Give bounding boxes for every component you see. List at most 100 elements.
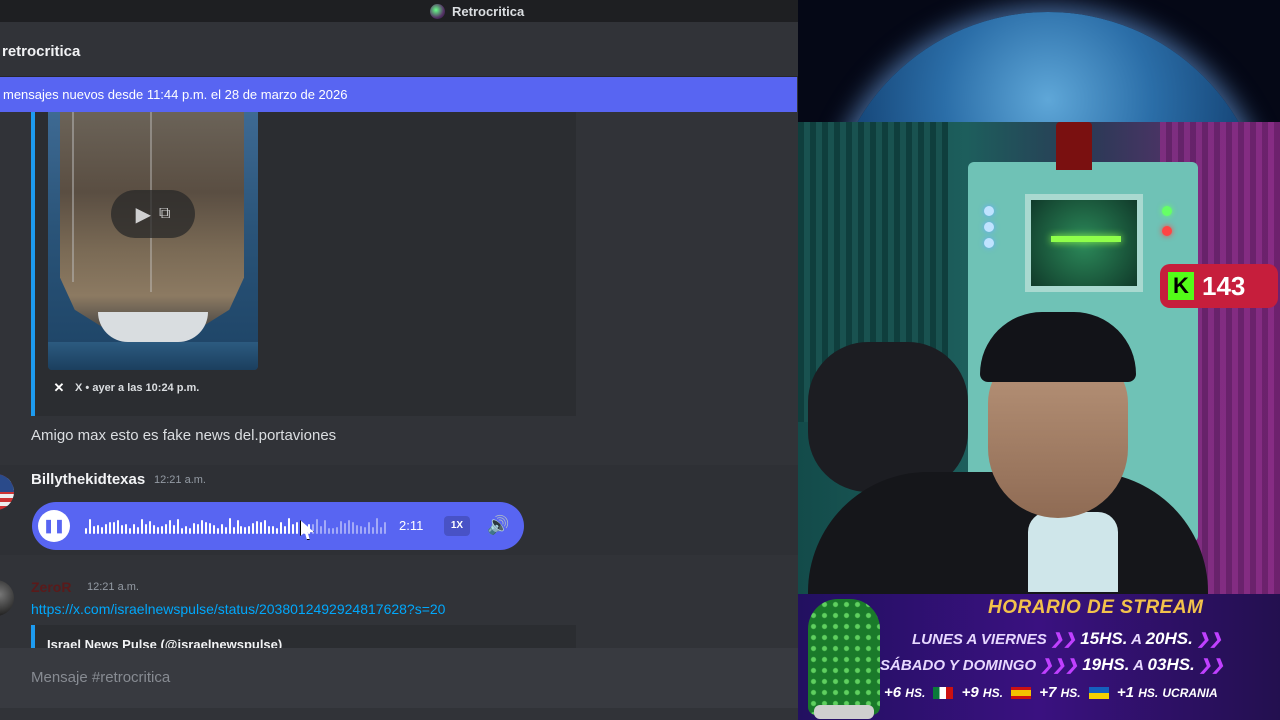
waveform-bar — [193, 523, 195, 534]
waveform-bar — [288, 518, 290, 534]
avatar[interactable] — [0, 580, 14, 616]
waveform-bar — [105, 524, 107, 534]
waveform-bar — [292, 524, 294, 534]
waveform-bar — [157, 527, 159, 534]
playback-speed-button[interactable]: 1X — [444, 516, 470, 536]
pause-button[interactable]: ❚❚ — [38, 510, 70, 542]
play-icon: ▶ — [135, 203, 151, 226]
waveform-bar — [97, 525, 99, 534]
waveform-bar — [201, 520, 203, 534]
waveform-bar — [161, 526, 163, 534]
waveform-bar — [121, 525, 123, 534]
streamer — [808, 312, 1208, 612]
spain-flag-icon — [1011, 687, 1032, 700]
waveform-bar — [237, 520, 239, 534]
channel-name: retrocritica — [2, 43, 81, 60]
waveform-bar — [324, 520, 326, 534]
kick-count: 143 — [1202, 270, 1246, 301]
kick-follower-badge: K 143 — [1160, 264, 1278, 308]
new-messages-bar[interactable]: mensajes nuevos desde 11:44 p.m. el 28 d… — [0, 77, 797, 112]
waveform-bar — [348, 520, 350, 534]
waveform-bar — [213, 525, 215, 534]
waveform-bar — [229, 518, 231, 534]
schedule-title: HORARIO DE STREAM — [988, 597, 1204, 618]
volume-icon[interactable]: 🔊 — [487, 515, 509, 536]
mexico-flag-icon — [933, 687, 954, 700]
streamer-arm — [808, 342, 968, 492]
window-title-text: Retrocritica — [452, 3, 525, 19]
message-author[interactable]: ZeroR — [31, 579, 71, 595]
waveform-bar — [332, 528, 334, 534]
waveform-bar — [113, 522, 115, 534]
video-play-button[interactable]: ▶ ⧉ — [111, 190, 195, 238]
radar-screen — [1025, 194, 1143, 292]
waveform-bar — [153, 525, 155, 534]
title-bar: Retrocritica — [0, 0, 798, 22]
waveform-bar — [272, 526, 274, 534]
waveform-bar — [177, 519, 179, 534]
new-messages-text: mensajes nuevos desde 11:44 p.m. el 28 d… — [3, 87, 348, 102]
waveform-bar — [209, 523, 211, 534]
webcam-feed: K 143 — [798, 122, 1280, 612]
schedule-row-weekend: SÁBADO Y DOMINGO ❯❯❯ 19HS. A 03HS. ❯❯ — [880, 655, 1225, 674]
waveform-bar — [352, 522, 354, 534]
waveform-bar — [256, 521, 258, 534]
waveform-bar — [149, 521, 151, 534]
waveform-bar — [89, 519, 91, 534]
audio-waveform-seekbar[interactable] — [85, 516, 388, 536]
voice-message-player: ❚❚ 2:11 1X 🔊 — [32, 502, 524, 550]
waveform-bar — [221, 524, 223, 534]
discord-window: Retrocritica retrocritica mensajes nuevo… — [0, 0, 798, 720]
embed-separator: • — [85, 382, 90, 394]
waveform-bar — [316, 519, 318, 534]
message-text: Amigo max esto es fake news del.portavio… — [31, 427, 337, 444]
waveform-bar — [165, 524, 167, 534]
channel-header: retrocritica — [0, 22, 798, 77]
waveform-bar — [380, 527, 382, 534]
kick-logo-icon: K — [1168, 272, 1194, 300]
waveform-bar — [141, 519, 143, 534]
waveform-bar — [244, 527, 246, 534]
waveform-bar — [384, 522, 386, 534]
waveform-bar — [117, 520, 119, 534]
waveform-bar — [101, 527, 103, 534]
ship-hull — [98, 312, 208, 342]
schedule-banner: HORARIO DE STREAM LUNES A VIERNES ❯❯ 15H… — [798, 594, 1280, 720]
waveform-bar — [173, 525, 175, 534]
waveform-bar — [109, 522, 111, 534]
server-icon — [430, 3, 445, 19]
waveform-bar — [125, 524, 127, 534]
waveform-bar — [185, 526, 187, 534]
waveform-bar — [336, 527, 338, 534]
waveform-bar — [260, 522, 262, 534]
waveform-bar — [225, 527, 227, 534]
message-composer[interactable]: Mensaje #retrocritica — [0, 648, 798, 708]
message-author[interactable]: Billythekidtexas — [31, 471, 145, 488]
waveform-bar — [312, 524, 314, 534]
embed-footer: ✕ X • ayer a las 10:24 p.m. — [52, 380, 200, 395]
waveform-bar — [240, 526, 242, 534]
waveform-bar — [356, 525, 358, 534]
sea-water — [48, 342, 258, 370]
waveform-bar — [264, 520, 266, 534]
waveform-bar — [85, 528, 87, 534]
waveform-bar — [129, 528, 131, 534]
waveform-bar — [181, 528, 183, 534]
streamer-shirt — [1028, 512, 1118, 592]
embed-video-thumbnail[interactable]: ▶ ⧉ — [48, 112, 258, 370]
waveform-bar — [364, 527, 366, 534]
waveform-bar — [233, 527, 235, 534]
waveform-bar — [340, 521, 342, 534]
streamer-cap — [980, 312, 1136, 382]
waveform-bar — [252, 523, 254, 534]
message-link[interactable]: https://x.com/israelnewspulse/status/203… — [31, 601, 445, 617]
message-input-placeholder: Mensaje #retrocritica — [31, 669, 171, 686]
x-logo-icon: ✕ — [53, 380, 65, 395]
space-background — [798, 0, 1280, 452]
waveform-bar — [328, 528, 330, 534]
message-timestamp: 12:21 a.m. — [154, 474, 206, 486]
voice-duration: 2:11 — [399, 518, 424, 533]
cactus-icon — [808, 599, 880, 719]
waveform-bar — [189, 528, 191, 534]
waveform-bar — [145, 524, 147, 534]
